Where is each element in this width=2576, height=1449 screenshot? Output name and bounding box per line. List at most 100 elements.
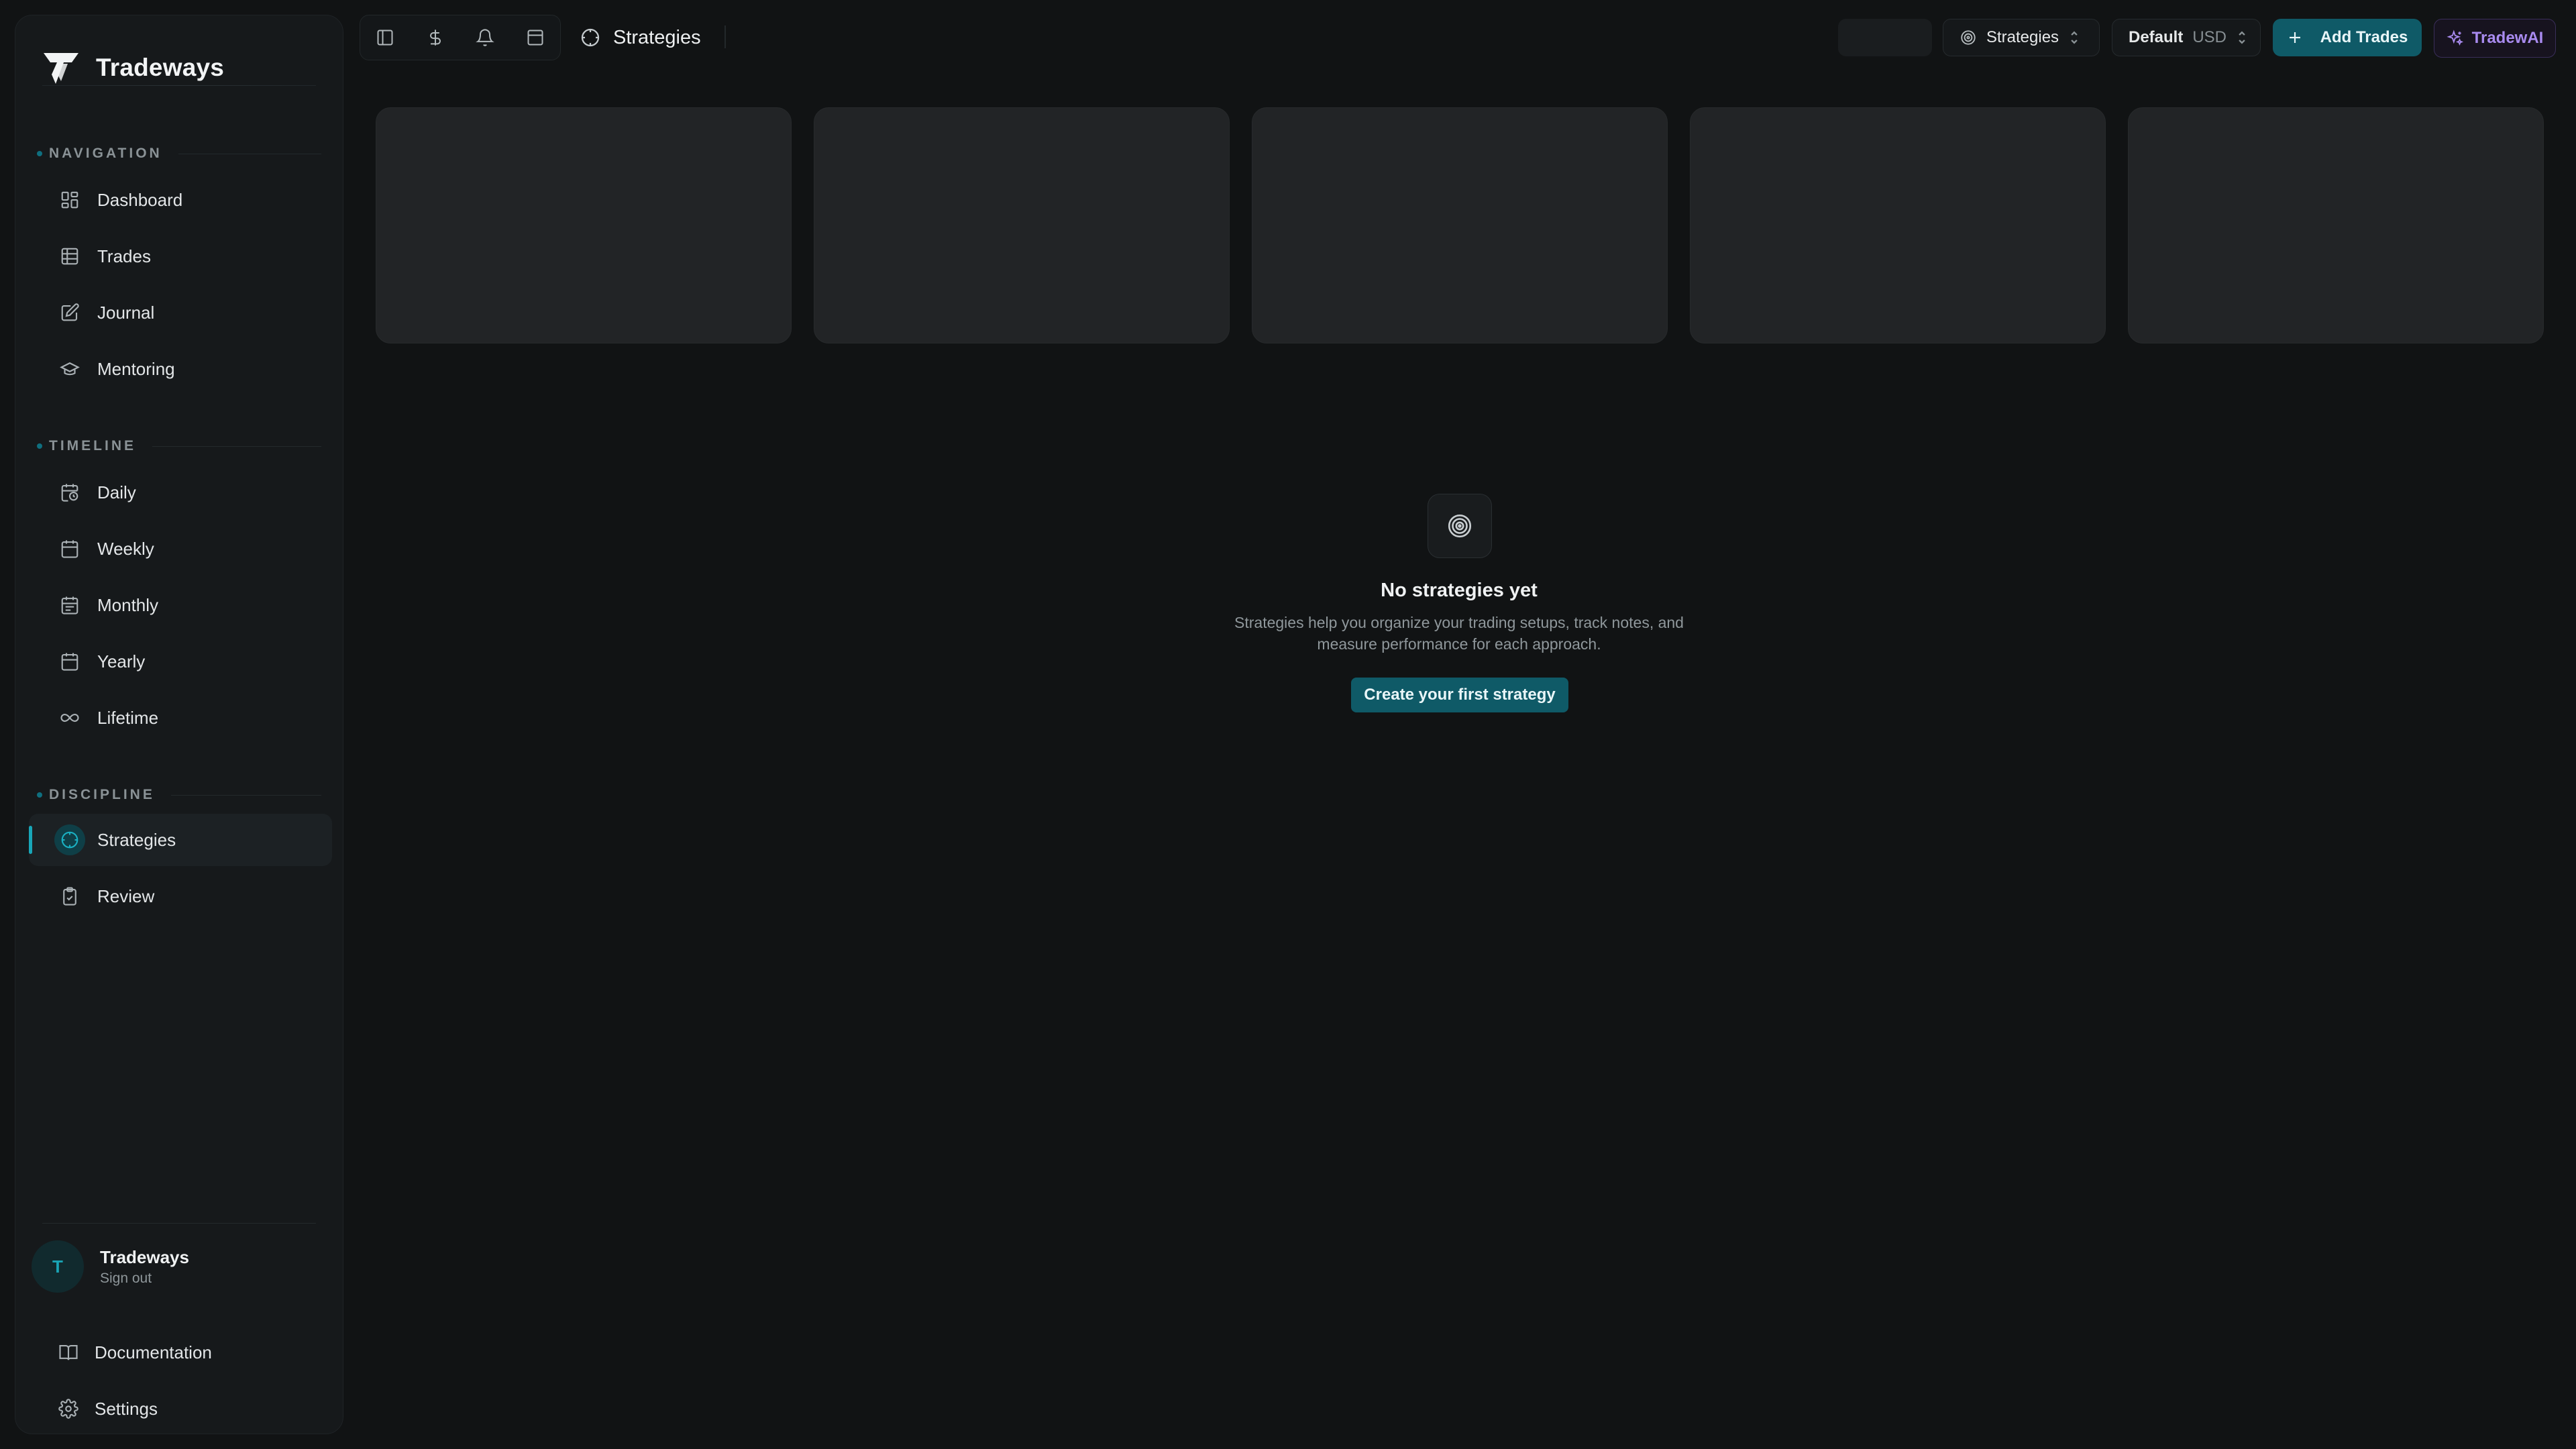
panel-button[interactable] (519, 21, 551, 54)
strategy-select-value: Strategies (1986, 28, 2059, 46)
section-dot (37, 443, 42, 449)
section-dot (37, 792, 42, 798)
settings-label: Settings (95, 1398, 158, 1419)
account-name: Default (2129, 28, 2184, 46)
empty-state-description: Strategies help you organize your tradin… (1194, 612, 1724, 655)
empty-state-description-line: measure performance for each approach. (1317, 635, 1601, 653)
sidebar-item-label: Lifetime (97, 707, 159, 728)
section-timeline: TIMELINE (37, 438, 321, 454)
calendar-icon (60, 539, 80, 559)
chevron-up-down-icon (2236, 29, 2248, 46)
stat-card-placeholder (2128, 107, 2544, 343)
sidebar-toggle-icon (376, 28, 394, 47)
documentation-label: Documentation (95, 1342, 212, 1362)
documentation-link[interactable]: Documentation (29, 1326, 332, 1379)
calendar-clock-icon (60, 482, 80, 502)
stat-card-placeholder (376, 107, 792, 343)
settings-link[interactable]: Settings (29, 1383, 332, 1435)
stat-card-placeholder (814, 107, 1230, 343)
account-currency: USD (2192, 28, 2227, 46)
sidebar-item-label: Monthly (97, 594, 159, 615)
plus-icon (2287, 30, 2303, 46)
sidebar-item-trades[interactable]: Trades (29, 230, 332, 282)
section-divider (152, 445, 321, 447)
user-profile[interactable]: T Tradeways Sign out (32, 1240, 189, 1293)
section-dot (37, 151, 42, 156)
empty-state-title: No strategies yet (1381, 580, 1538, 601)
sidebar-item-mentoring[interactable]: Mentoring (29, 343, 332, 395)
infinity-icon (60, 708, 80, 728)
sidebar-item-lifetime[interactable]: Lifetime (29, 692, 332, 744)
target-icon (1960, 29, 1977, 46)
currency-button[interactable] (419, 21, 451, 54)
brand[interactable]: Tradeways (41, 34, 224, 101)
chevron-up-down-icon (2068, 29, 2080, 46)
create-strategy-button[interactable]: Create your first strategy (1351, 678, 1568, 712)
loading-placeholder (1838, 19, 1932, 56)
calendar-icon (60, 595, 80, 615)
sidebar-item-label: Dashboard (97, 189, 183, 210)
tradewai-button[interactable]: TradewAI (2434, 19, 2556, 58)
sidebar-item-label: Yearly (97, 651, 146, 672)
section-label: DISCIPLINE (49, 787, 155, 802)
table-icon (60, 246, 80, 266)
crosshair-icon (580, 27, 601, 48)
book-open-icon (58, 1342, 78, 1362)
sidebar-item-label: Trades (97, 246, 151, 266)
dollar-icon (426, 28, 445, 47)
toolbar (360, 15, 561, 60)
sidebar-item-label: Strategies (97, 829, 176, 850)
sidebar-item-journal[interactable]: Journal (29, 286, 332, 339)
section-navigation: NAVIGATION (37, 146, 321, 162)
sidebar-item-yearly[interactable]: Yearly (29, 635, 332, 688)
panel-icon (526, 28, 545, 47)
journal-edit-icon (60, 303, 80, 323)
sidebar: Tradeways NAVIGATION Dashboard Trades Jo… (15, 15, 343, 1434)
notifications-button[interactable] (469, 21, 501, 54)
page-title-text: Strategies (613, 26, 701, 48)
strategy-select[interactable]: Strategies (1943, 19, 2100, 56)
stat-card-placeholder (1252, 107, 1668, 343)
section-label: TIMELINE (49, 438, 136, 453)
add-trades-label: Add Trades (2320, 28, 2408, 46)
tradeways-logo-icon (41, 48, 81, 88)
sidebar-item-monthly[interactable]: Monthly (29, 579, 332, 631)
page-title: Strategies (580, 20, 701, 55)
sidebar-item-dashboard[interactable]: Dashboard (29, 174, 332, 226)
sidebar-item-label: Mentoring (97, 358, 175, 379)
section-label: NAVIGATION (49, 146, 162, 161)
tradewai-label: TradewAI (2471, 29, 2544, 47)
user-name: Tradeways (100, 1246, 189, 1267)
dashboard-icon (60, 190, 80, 210)
crosshair-icon (60, 830, 80, 850)
brand-divider (42, 85, 316, 86)
title-divider (724, 25, 726, 48)
sign-out-link[interactable]: Sign out (100, 1271, 189, 1287)
brand-name: Tradeways (96, 54, 225, 81)
sparkles-icon (2447, 30, 2464, 47)
sidebar-item-label: Weekly (97, 538, 154, 559)
clipboard-check-icon (60, 886, 80, 906)
sidebar-item-strategies[interactable]: Strategies (29, 814, 332, 866)
active-icon-badge (54, 824, 85, 855)
sidebar-item-weekly[interactable]: Weekly (29, 523, 332, 575)
empty-state-description-line: Strategies help you organize your tradin… (1234, 614, 1684, 631)
calendar-icon (60, 651, 80, 672)
stat-card-placeholder (1690, 107, 2106, 343)
avatar: T (32, 1240, 84, 1293)
sidebar-item-review[interactable]: Review (29, 870, 332, 922)
add-trades-button[interactable]: Add Trades (2273, 19, 2422, 56)
bell-icon (476, 28, 495, 47)
sidebar-footer-divider (42, 1223, 316, 1224)
account-select[interactable]: Default USD (2112, 19, 2261, 56)
sidebar-item-label: Daily (97, 482, 136, 502)
sidebar-item-label: Review (97, 885, 155, 906)
sidebar-item-daily[interactable]: Daily (29, 466, 332, 519)
section-divider (170, 794, 321, 796)
section-discipline: DISCIPLINE (37, 787, 321, 803)
empty-state-target-icon (1428, 494, 1492, 558)
sidebar-item-label: Journal (97, 302, 155, 323)
graduation-cap-icon (60, 359, 80, 379)
gear-icon (58, 1399, 78, 1419)
toggle-sidebar-button[interactable] (369, 21, 401, 54)
